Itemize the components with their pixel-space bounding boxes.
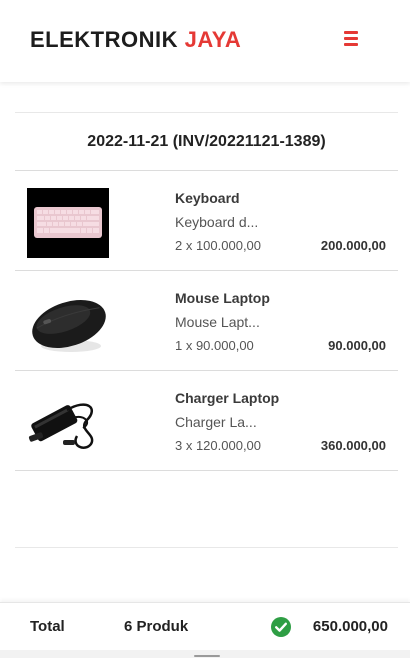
navbar: ELEKTRONIK JAYA <box>0 0 410 82</box>
item-subtotal: 200.000,00 <box>320 238 386 253</box>
charger-image <box>28 403 94 449</box>
product-count: 6 Produk <box>124 618 189 635</box>
item-name: Mouse Laptop <box>175 290 270 306</box>
home-indicator[interactable] <box>194 655 220 657</box>
grand-total: 650.000,00 <box>312 618 388 635</box>
item-description: Charger La... <box>175 414 257 430</box>
hamburger-menu-icon[interactable] <box>343 31 365 51</box>
keyboard-image <box>27 188 109 258</box>
invoice-detail: 2022-11-21 (INV/20221121-1389) Keyboard … <box>15 112 398 548</box>
item-quantity: 3 x 120.000,00 <box>175 438 262 453</box>
item-subtotal: 360.000,00 <box>320 438 386 453</box>
item-name: Charger Laptop <box>175 390 280 406</box>
list-item[interactable]: Keyboard Keyboard d... 2 x 100.000,00 20… <box>15 170 398 270</box>
total-label: Total <box>30 618 65 635</box>
item-description: Keyboard d... <box>175 214 259 230</box>
list-item[interactable]: Charger Laptop Charger La... 3 x 120.000… <box>15 370 398 470</box>
item-quantity: 2 x 100.000,00 <box>175 238 262 253</box>
brand-accent: JAYA <box>184 27 242 52</box>
invoice-title: 2022-11-21 (INV/20221121-1389) <box>87 132 326 150</box>
list-item[interactable]: Mouse Laptop Mouse Lapt... 1 x 90.000,00… <box>15 270 398 370</box>
total-bar: Total 6 Produk 650.000,00 <box>0 602 410 650</box>
brand-main: ELEKTRONIK <box>30 27 178 52</box>
check-circle-icon <box>271 617 291 637</box>
item-name: Keyboard <box>175 190 240 206</box>
brand-logo[interactable]: ELEKTRONIK JAYA <box>30 27 241 53</box>
item-quantity: 1 x 90.000,00 <box>175 338 254 353</box>
list-end-divider <box>15 470 398 547</box>
mouse-image <box>32 300 106 352</box>
system-nav-area <box>0 650 410 658</box>
divider <box>15 547 398 548</box>
item-description: Mouse Lapt... <box>175 314 260 330</box>
item-subtotal: 90.000,00 <box>328 338 386 353</box>
